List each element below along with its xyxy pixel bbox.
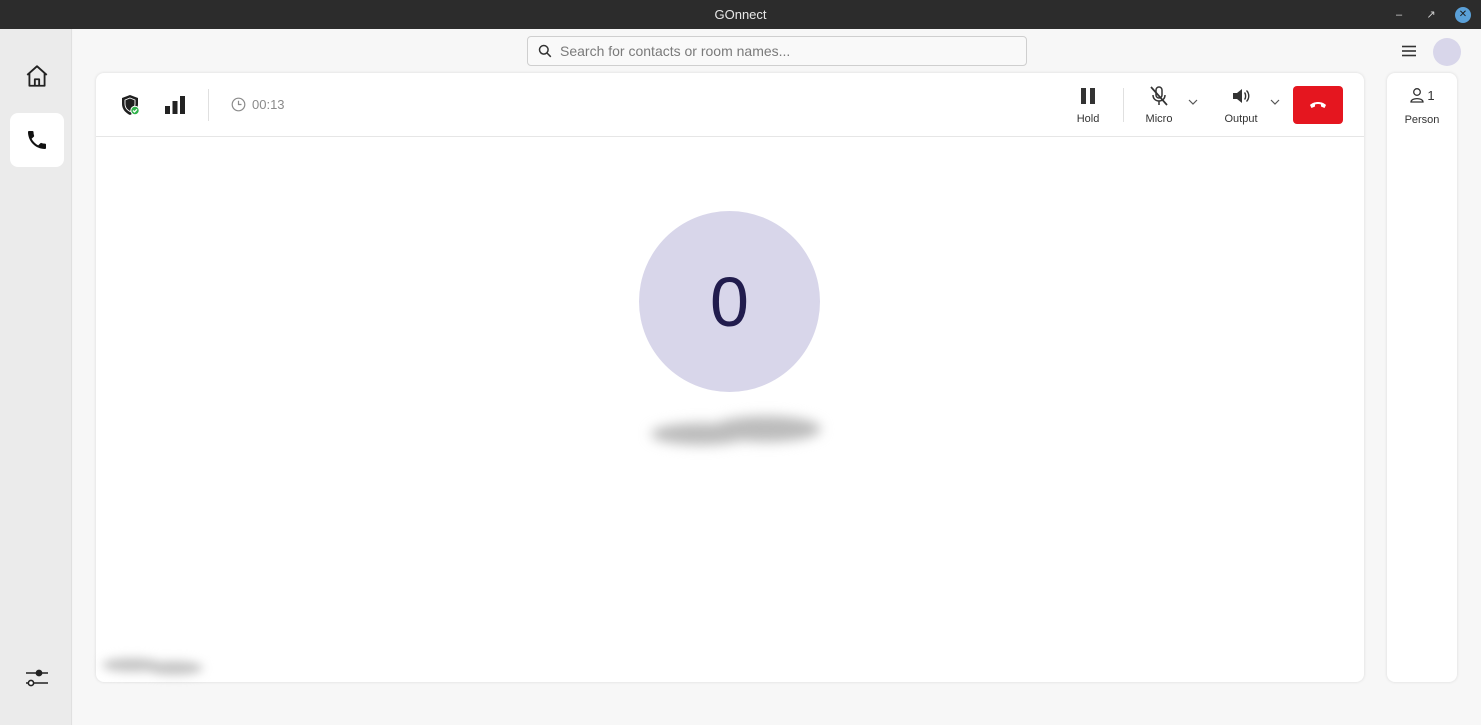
hangup-icon — [1310, 102, 1326, 108]
sidebar-item-home[interactable] — [10, 49, 64, 103]
mic-off-icon — [1150, 86, 1168, 106]
participants-panel[interactable]: 1 Person — [1387, 73, 1457, 682]
chevron-down-icon[interactable] — [1270, 99, 1280, 105]
participants-count-text: 1 — [1427, 87, 1435, 103]
call-timer: 00:13 — [231, 97, 285, 112]
hamburger-menu-icon — [1402, 45, 1416, 57]
hamburger-menu-button[interactable] — [1399, 41, 1419, 61]
participants-count: 1 — [1387, 87, 1457, 103]
redacted-local-info — [100, 655, 205, 677]
speaker-icon — [1233, 89, 1250, 103]
call-quality-indicator[interactable] — [163, 93, 187, 117]
pause-icon — [1081, 88, 1095, 104]
user-avatar[interactable] — [1433, 38, 1461, 66]
redacted-caller-name — [646, 413, 821, 449]
sidebar — [0, 29, 72, 725]
sidebar-item-call[interactable] — [10, 113, 64, 167]
chevron-down-icon[interactable] — [1188, 99, 1198, 105]
micro-label: Micro — [1145, 113, 1173, 125]
sliders-icon — [26, 669, 48, 687]
search-icon — [538, 44, 552, 58]
shield-check-icon — [122, 95, 140, 116]
remote-avatar-initial: 0 — [710, 262, 749, 341]
call-security-indicator[interactable] — [118, 93, 142, 117]
maximize-icon[interactable]: ↗ — [1423, 7, 1439, 23]
main-area: 00:13 Hold — [73, 29, 1481, 725]
search-box[interactable] — [527, 36, 1027, 66]
hold-button[interactable]: Hold — [1074, 85, 1102, 125]
close-icon[interactable]: ✕ — [1455, 6, 1471, 23]
hold-label: Hold — [1076, 113, 1100, 125]
window-controls: – ↗ ✕ — [1391, 0, 1471, 29]
call-header: 00:13 Hold Micro Output — [96, 73, 1364, 137]
title-bar: GOnnect – ↗ ✕ — [0, 0, 1481, 29]
hangup-button[interactable] — [1293, 86, 1343, 124]
minimize-icon[interactable]: – — [1391, 7, 1407, 23]
clock-icon — [231, 97, 246, 112]
home-icon — [26, 65, 48, 87]
microphone-button[interactable]: Micro — [1142, 85, 1176, 125]
call-panel: 00:13 Hold Micro Output 0 — [96, 73, 1364, 682]
output-label: Output — [1224, 113, 1258, 125]
call-timer-text: 00:13 — [252, 97, 285, 112]
remote-avatar: 0 — [639, 211, 820, 392]
output-button[interactable]: Output — [1222, 85, 1260, 125]
controls-divider — [1123, 88, 1124, 122]
person-icon — [1410, 88, 1425, 103]
window-title: GOnnect — [714, 7, 767, 22]
header-divider — [208, 89, 209, 121]
sidebar-item-settings[interactable] — [10, 651, 64, 705]
phone-icon — [28, 131, 46, 149]
participants-label: Person — [1404, 114, 1440, 126]
signal-bars-icon — [165, 96, 185, 114]
search-input[interactable] — [560, 43, 1000, 59]
